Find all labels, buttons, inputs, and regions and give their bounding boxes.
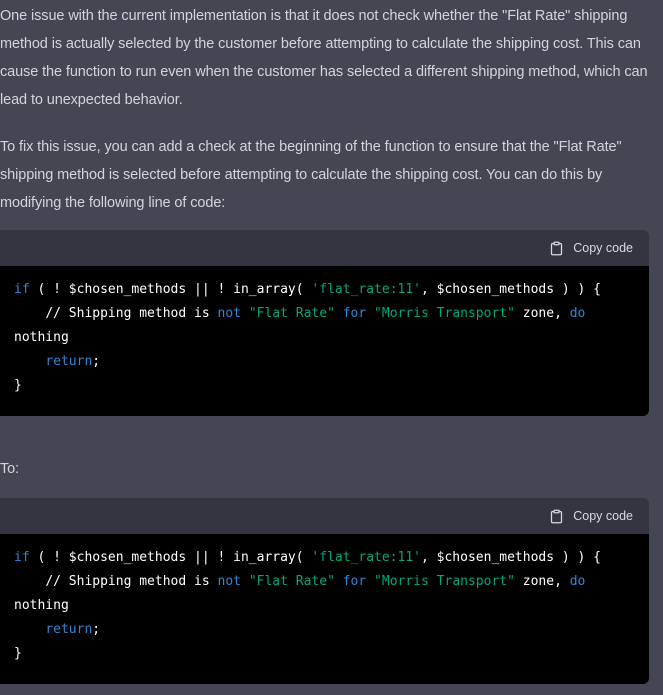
code-block-2: Copy code if ( ! $chosen_methods || ! in…	[0, 498, 649, 684]
code-block-2-header: Copy code	[0, 498, 649, 534]
paragraph-fix-instruction: To fix this issue, you can add a check a…	[0, 139, 622, 211]
code-block-1-header: Copy code	[0, 230, 649, 266]
code-block-1: Copy code if ( ! $chosen_methods || ! in…	[0, 230, 649, 416]
clipboard-icon	[549, 241, 564, 256]
copy-code-button[interactable]: Copy code	[549, 241, 633, 256]
paragraph-to-label: To:	[0, 461, 20, 477]
paragraph-issue-description: One issue with the current implementatio…	[0, 8, 648, 108]
clipboard-icon	[549, 509, 564, 524]
copy-code-label: Copy code	[573, 509, 633, 523]
assistant-message: One issue with the current implementatio…	[0, 0, 663, 684]
copy-code-label: Copy code	[573, 241, 633, 255]
code-content: if ( ! $chosen_methods || ! in_array( 'f…	[0, 266, 649, 416]
code-content: if ( ! $chosen_methods || ! in_array( 'f…	[0, 534, 649, 684]
copy-code-button[interactable]: Copy code	[549, 509, 633, 524]
